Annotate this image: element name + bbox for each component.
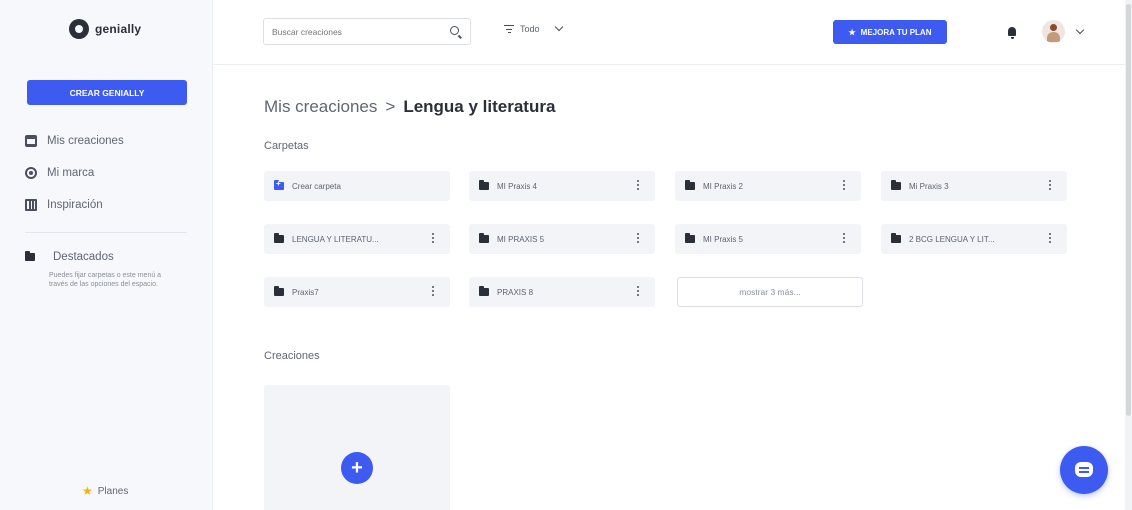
create-genially-button[interactable]: CREAR GENIALLY — [27, 80, 187, 105]
folder-name: LENGUA Y LITERATU... — [292, 234, 379, 244]
chat-support-button[interactable] — [1060, 446, 1108, 494]
featured-title[interactable]: Destacados — [25, 247, 185, 267]
search-box — [263, 18, 471, 45]
new-folder-label: Crear carpeta — [292, 181, 341, 191]
more-options-icon[interactable] — [426, 232, 440, 246]
sidebar-item-my-creations[interactable]: Mis creaciones — [25, 129, 195, 153]
more-options-icon[interactable] — [631, 232, 645, 246]
more-options-icon[interactable] — [426, 285, 440, 299]
folder-card[interactable]: MI PRAXIS 5 — [469, 224, 655, 254]
folder-icon — [891, 233, 901, 243]
filter-dropdown[interactable]: Todo — [504, 22, 563, 34]
folder-name: MI Praxis 4 — [497, 181, 538, 191]
upgrade-plan-button[interactable]: ★ MEJORA TU PLAN — [833, 20, 947, 44]
featured-label: Destacados — [53, 251, 114, 263]
filter-icon — [504, 25, 514, 34]
folder-name: MI PRAXIS 5 — [497, 234, 545, 244]
folder-name: 2 BCG LENGUA Y LIT... — [909, 234, 995, 244]
star-icon: ★ — [82, 484, 93, 498]
sidebar-nav: Mis creaciones Mi marca Inspiración — [25, 129, 195, 225]
plus-icon[interactable]: + — [341, 452, 373, 484]
featured-section: Destacados Puedes fijar carpetas o este … — [25, 247, 185, 289]
folder-icon — [685, 180, 695, 190]
brand-name: genially — [95, 22, 142, 36]
plans-link[interactable]: ★ Planes — [82, 484, 128, 498]
star-icon: ★ — [848, 27, 856, 37]
more-options-icon[interactable] — [1043, 232, 1057, 246]
more-options-icon[interactable] — [837, 179, 851, 193]
folders-heading: Carpetas — [264, 140, 309, 152]
search-icon[interactable] — [450, 26, 459, 35]
more-options-icon[interactable] — [837, 232, 851, 246]
more-options-icon[interactable] — [631, 285, 645, 299]
breadcrumb-current: Lengua y literatura — [403, 97, 556, 116]
notification-bell-icon[interactable] — [1008, 27, 1016, 39]
folder-icon — [479, 180, 489, 190]
chevron-down-icon[interactable] — [1075, 25, 1085, 35]
user-avatar[interactable] — [1042, 20, 1065, 43]
top-bar: Todo ★ MEJORA TU PLAN — [213, 0, 1132, 65]
show-more-folders-button[interactable]: mostrar 3 más... — [677, 277, 863, 307]
folder-icon — [685, 233, 695, 243]
creations-icon — [25, 135, 37, 147]
breadcrumb: Mis creaciones > Lengua y literatura — [264, 97, 555, 117]
folder-name: MI Praxis 2 — [703, 181, 744, 191]
upgrade-label: MEJORA TU PLAN — [860, 27, 932, 37]
folder-card[interactable]: 2 BCG LENGUA Y LIT... — [881, 224, 1067, 254]
genially-logo[interactable]: genially — [69, 19, 141, 39]
folder-icon — [479, 233, 489, 243]
search-input[interactable] — [264, 19, 434, 44]
page-scrollbar[interactable] — [1125, 0, 1132, 510]
folder-name: Praxis7 — [292, 287, 319, 297]
folder-name: Mi Praxis 3 — [909, 181, 949, 191]
sidebar-item-label: Mi marca — [47, 167, 95, 179]
folder-card[interactable]: Praxis7 — [264, 277, 450, 307]
new-creation-card[interactable]: + — [264, 385, 450, 510]
folder-name: PRAXIS 8 — [497, 287, 534, 297]
chat-icon — [1075, 462, 1093, 477]
new-folder-button[interactable]: Crear carpeta — [264, 171, 450, 201]
folder-icon — [891, 180, 901, 190]
sidebar-item-my-brand[interactable]: Mi marca — [25, 161, 195, 185]
sidebar-item-label: Mis creaciones — [47, 135, 124, 147]
sidebar-item-inspiration[interactable]: Inspiración — [25, 193, 195, 217]
more-options-icon[interactable] — [1043, 179, 1057, 193]
breadcrumb-separator: > — [385, 97, 396, 116]
more-options-icon[interactable] — [631, 179, 645, 193]
folder-card[interactable]: MI Praxis 5 — [675, 224, 861, 254]
sidebar-item-label: Inspiración — [47, 199, 103, 211]
featured-description: Puedes fijar carpetas o este menú a trav… — [49, 272, 162, 288]
breadcrumb-parent[interactable]: Mis creaciones — [264, 97, 377, 117]
brand-icon — [25, 167, 37, 179]
folder-card[interactable]: MI Praxis 4 — [469, 171, 655, 201]
folder-icon — [274, 233, 284, 243]
chevron-down-icon — [554, 22, 563, 32]
genially-logo-icon — [69, 19, 89, 39]
plans-label: Planes — [97, 485, 129, 497]
folder-name: MI Praxis 5 — [703, 234, 744, 244]
sidebar-divider — [25, 232, 187, 233]
folder-card[interactable]: Mi Praxis 3 — [881, 171, 1067, 201]
sidebar: genially CREAR GENIALLY Mis creaciones M… — [0, 0, 213, 510]
folder-icon — [25, 251, 35, 261]
folder-card[interactable]: LENGUA Y LITERATU... — [264, 224, 450, 254]
folder-card[interactable]: MI Praxis 2 — [675, 171, 861, 201]
folder-icon — [479, 286, 489, 296]
inspiration-icon — [25, 199, 37, 211]
new-folder-icon — [274, 179, 284, 190]
filter-label: Todo — [520, 24, 540, 34]
folder-card[interactable]: PRAXIS 8 — [469, 277, 655, 307]
creations-heading: Creaciones — [264, 350, 320, 362]
folder-icon — [274, 286, 284, 296]
